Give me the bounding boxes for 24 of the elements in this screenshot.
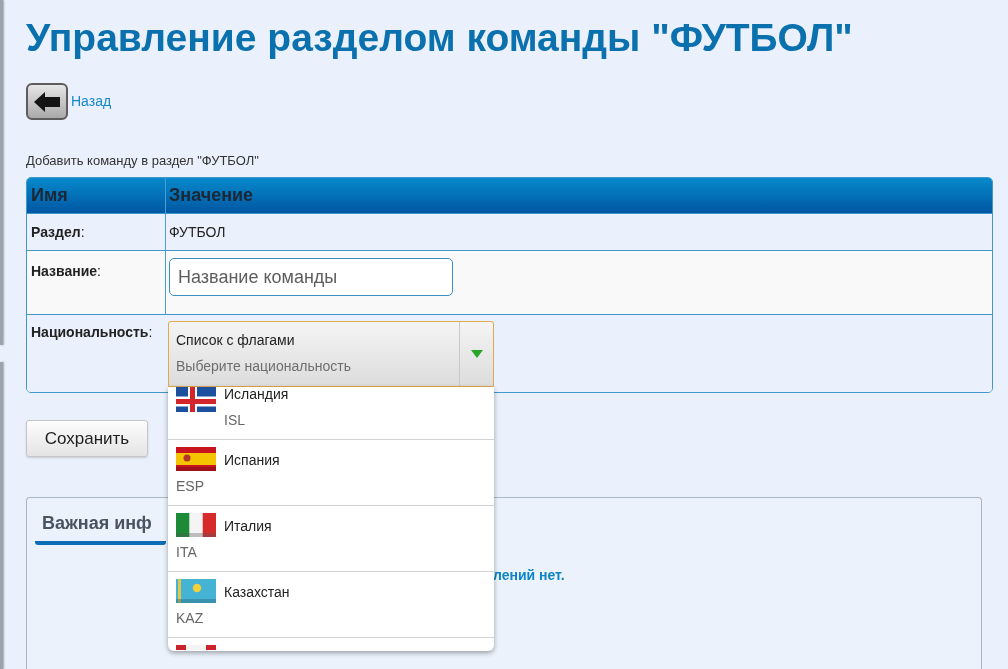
dropdown-option[interactable]: Казахстан KAZ: [168, 572, 494, 638]
flag-icon: [176, 387, 216, 412]
team-name-input[interactable]: Название команды: [169, 258, 453, 296]
flag-icon: [176, 513, 216, 537]
back-button[interactable]: [26, 83, 68, 120]
info-heading: Важная инф: [35, 512, 166, 545]
dropdown-option[interactable]: Италия ITA: [168, 506, 494, 572]
back-link[interactable]: Назад: [71, 93, 112, 110]
dropdown-option[interactable]: Исландия ISL: [168, 387, 494, 440]
dropdown-option[interactable]: Испания ESP: [168, 440, 494, 506]
flag-icon: [176, 447, 216, 471]
caret-down-icon: [470, 350, 483, 358]
info-message: лений нет.: [493, 567, 565, 584]
field-label: Название:: [31, 263, 101, 279]
nationality-select[interactable]: Список с флагами Выберите национальность: [168, 321, 494, 387]
field-label: Раздел:: [31, 224, 85, 240]
field-label: Национальность:: [31, 324, 153, 340]
form-caption: Добавить команду в раздел "ФУТБОЛ": [26, 153, 259, 168]
page-title: Управление разделом команды "ФУТБОЛ": [26, 15, 853, 61]
save-button[interactable]: Сохранить: [26, 420, 148, 457]
column-header: Имя: [30, 184, 69, 207]
field-value: ФУТБОЛ: [169, 224, 226, 240]
arrow-left-icon: [34, 91, 60, 112]
flag-icon: [176, 579, 216, 603]
